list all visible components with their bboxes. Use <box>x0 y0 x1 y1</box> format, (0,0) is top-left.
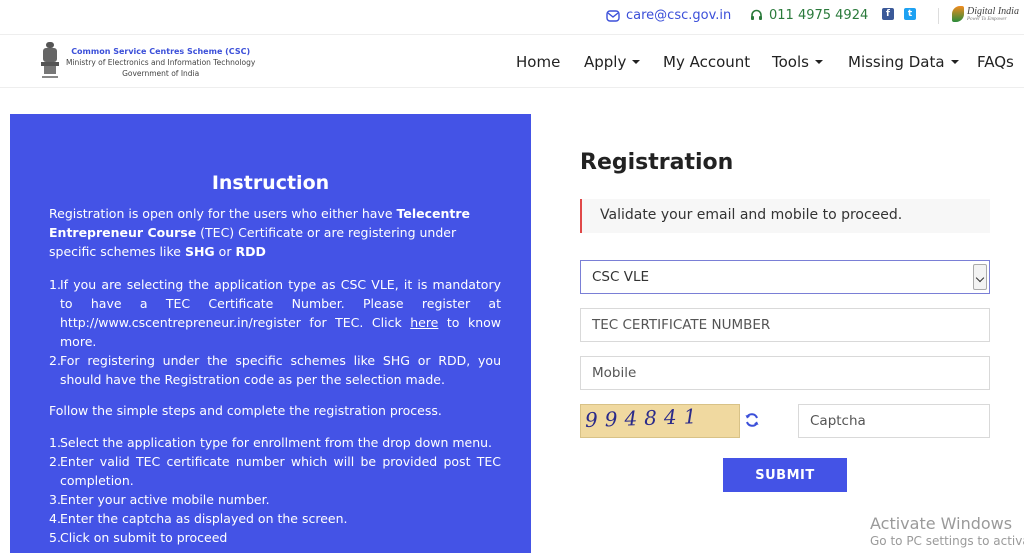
nav-home[interactable]: Home <box>516 53 560 71</box>
list-item: 1. Select the application type for enroll… <box>49 435 493 450</box>
steps-list: 1. Select the application type for enroll… <box>49 433 501 547</box>
instruction-panel: Instruction Registration is open only fo… <box>10 114 531 553</box>
contact-email[interactable]: care@csc.gov.in <box>606 8 731 23</box>
requirements-list: 1. If you are selecting the application … <box>49 275 501 389</box>
here-link[interactable]: here <box>410 315 438 330</box>
brand-block[interactable]: Common Service Centres Scheme (CSC) Mini… <box>66 46 255 79</box>
watermark-subtitle: Go to PC settings to activa <box>870 534 1024 548</box>
nav-tools[interactable]: Tools <box>772 53 823 71</box>
twitter-icon[interactable]: t <box>904 8 916 20</box>
validation-alert: Validate your email and mobile to procee… <box>580 199 990 233</box>
brand-title: Common Service Centres Scheme (CSC) <box>71 47 251 56</box>
application-type-select[interactable]: CSC VLE <box>580 260 990 294</box>
site-header: Common Service Centres Scheme (CSC) Mini… <box>0 34 1024 88</box>
steps-intro: Follow the simple steps and complete the… <box>49 403 442 418</box>
top-bar: care@csc.gov.in 011 4975 4924 f t Digita… <box>0 0 1024 34</box>
mobile-input[interactable]: Mobile <box>580 356 990 390</box>
list-item: 4. Enter the captcha as displayed on the … <box>49 511 348 526</box>
facebook-icon[interactable]: f <box>882 8 894 20</box>
brand-government: Government of India <box>122 69 200 78</box>
headset-icon <box>751 9 762 20</box>
submit-button[interactable]: SUBMIT <box>723 458 847 492</box>
selected-value: CSC VLE <box>592 269 649 285</box>
list-item: 2. For registering under the specific sc… <box>49 353 501 387</box>
captcha-input[interactable]: Captcha <box>798 404 990 438</box>
caret-down-icon <box>632 60 641 64</box>
alert-text: Validate your email and mobile to procee… <box>600 207 903 223</box>
digital-india-logo[interactable]: Digital India Power To Empower <box>952 6 1019 22</box>
list-item: 1. If you are selecting the application … <box>49 277 501 349</box>
registration-title: Registration <box>580 150 734 175</box>
caret-down-icon <box>814 60 823 64</box>
social-links: f t <box>882 8 916 20</box>
national-emblem-icon <box>41 42 59 78</box>
contact-phone[interactable]: 011 4975 4924 <box>750 8 868 23</box>
digital-india-subtext: Power To Empower <box>967 16 1007 22</box>
nav-missing-data[interactable]: Missing Data <box>848 53 959 71</box>
phone-text: 011 4975 4924 <box>769 8 869 23</box>
instruction-intro: Registration is open only for the users … <box>49 206 471 259</box>
tec-certificate-input[interactable]: TEC CERTIFICATE NUMBER <box>580 308 990 342</box>
watermark-title: Activate Windows <box>870 514 1013 533</box>
nav-faqs[interactable]: FAQs <box>977 53 1014 71</box>
list-item: 5. Click on submit to proceed <box>49 530 228 545</box>
activate-windows-watermark: Activate Windows Go to PC settings to ac… <box>870 514 1024 548</box>
email-text: care@csc.gov.in <box>626 8 732 23</box>
caret-down-icon <box>950 60 959 64</box>
captcha-image: 994841 <box>580 404 740 438</box>
refresh-icon[interactable] <box>744 412 760 428</box>
instruction-title: Instruction <box>211 172 330 194</box>
brand-ministry: Ministry of Electronics and Information … <box>66 58 256 67</box>
divider <box>938 8 939 24</box>
email-icon <box>606 9 620 22</box>
nav-apply[interactable]: Apply <box>584 53 641 71</box>
chevron-down-icon[interactable] <box>973 264 987 290</box>
captcha-text: 994841 <box>584 404 704 433</box>
digital-india-icon <box>952 6 964 22</box>
list-item: 2. Enter valid TEC certificate number whi… <box>49 454 501 488</box>
nav-my-account[interactable]: My Account <box>663 53 750 71</box>
digital-india-text: Digital India <box>967 5 1019 17</box>
list-item: 3. Enter your active mobile number. <box>49 492 270 507</box>
